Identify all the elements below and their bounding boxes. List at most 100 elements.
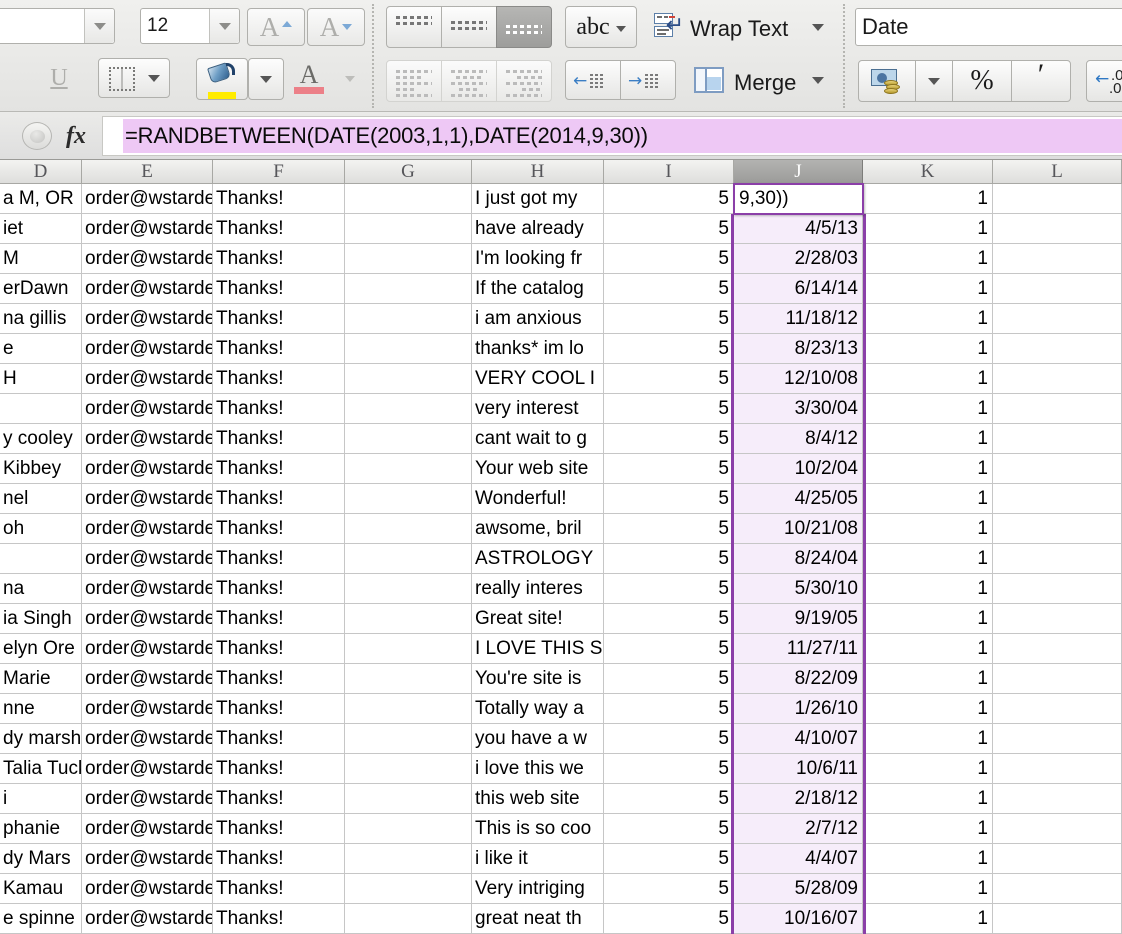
column-header-k[interactable]: K <box>863 160 993 184</box>
cell-G25[interactable] <box>345 904 472 934</box>
cell-K24[interactable]: 1 <box>863 874 993 904</box>
cell-J20[interactable]: 10/6/11 <box>734 754 863 784</box>
cell-I21[interactable]: 5 <box>604 784 734 814</box>
cell-J9[interactable]: 8/4/12 <box>734 424 863 454</box>
cell-H24[interactable]: Very intriging <box>472 874 604 904</box>
cell-D16[interactable]: elyn Ore <box>0 634 82 664</box>
column-header-h[interactable]: H <box>472 160 604 184</box>
font-color-dropdown-button[interactable] <box>334 58 366 100</box>
borders-dropdown-arrow[interactable] <box>148 75 160 82</box>
cell-F18[interactable]: Thanks! <box>213 694 345 724</box>
cell-I17[interactable]: 5 <box>604 664 734 694</box>
formula-bar-expand-button[interactable] <box>22 122 52 150</box>
cell-L10[interactable] <box>993 454 1122 484</box>
cell-F22[interactable]: Thanks! <box>213 814 345 844</box>
cell-L11[interactable] <box>993 484 1122 514</box>
cell-J25[interactable]: 10/16/07 <box>734 904 863 934</box>
cell-K4[interactable]: 1 <box>863 274 993 304</box>
cell-D12[interactable]: oh <box>0 514 82 544</box>
cell-D3[interactable]: M <box>0 244 82 274</box>
align-top-button[interactable] <box>386 6 442 48</box>
cell-E17[interactable]: order@wstardesigns.com <box>82 664 213 694</box>
formula-input[interactable]: =RANDBETWEEN(DATE(2003,1,1),DATE(2014,9,… <box>102 116 1122 156</box>
cell-I7[interactable]: 5 <box>604 364 734 394</box>
column-header-d[interactable]: D <box>0 160 82 184</box>
cell-J2[interactable]: 4/5/13 <box>734 214 863 244</box>
cell-F3[interactable]: Thanks! <box>213 244 345 274</box>
increase-indent-button[interactable]: → <box>620 60 676 100</box>
font-name-dropdown-arrow[interactable] <box>84 9 114 43</box>
cell-K18[interactable]: 1 <box>863 694 993 724</box>
cell-J6[interactable]: 8/23/13 <box>734 334 863 364</box>
cell-K12[interactable]: 1 <box>863 514 993 544</box>
increase-font-size-button[interactable]: A <box>247 8 305 46</box>
cell-E25[interactable]: order@wstardesigns.com <box>82 904 213 934</box>
cell-E15[interactable]: order@wstardesigns.com <box>82 604 213 634</box>
cell-L20[interactable] <box>993 754 1122 784</box>
cell-G5[interactable] <box>345 304 472 334</box>
cell-L3[interactable] <box>993 244 1122 274</box>
cell-J5[interactable]: 11/18/12 <box>734 304 863 334</box>
column-header-j[interactable]: J <box>734 160 863 184</box>
cell-K3[interactable]: 1 <box>863 244 993 274</box>
cell-D13[interactable] <box>0 544 82 574</box>
increase-decimal-button[interactable]: ← .0 .00 <box>1086 60 1122 102</box>
cell-K15[interactable]: 1 <box>863 604 993 634</box>
cell-K19[interactable]: 1 <box>863 724 993 754</box>
cell-F23[interactable]: Thanks! <box>213 844 345 874</box>
cell-H5[interactable]: i am anxious <box>472 304 604 334</box>
cell-I11[interactable]: 5 <box>604 484 734 514</box>
cell-G19[interactable] <box>345 724 472 754</box>
cell-K14[interactable]: 1 <box>863 574 993 604</box>
cell-F12[interactable]: Thanks! <box>213 514 345 544</box>
cell-F15[interactable]: Thanks! <box>213 604 345 634</box>
cell-K16[interactable]: 1 <box>863 634 993 664</box>
font-size-dropdown-arrow[interactable] <box>209 9 239 43</box>
cell-K1[interactable]: 1 <box>863 184 993 214</box>
cell-K17[interactable]: 1 <box>863 664 993 694</box>
cell-G22[interactable] <box>345 814 472 844</box>
cell-H19[interactable]: you have a w <box>472 724 604 754</box>
cell-H10[interactable]: Your web site <box>472 454 604 484</box>
align-center-button[interactable] <box>441 60 497 102</box>
column-header-e[interactable]: E <box>82 160 213 184</box>
cell-I4[interactable]: 5 <box>604 274 734 304</box>
cell-L16[interactable] <box>993 634 1122 664</box>
cell-D10[interactable]: Kibbey <box>0 454 82 484</box>
column-header-i[interactable]: I <box>604 160 734 184</box>
cell-I25[interactable]: 5 <box>604 904 734 934</box>
cell-G14[interactable] <box>345 574 472 604</box>
cell-I13[interactable]: 5 <box>604 544 734 574</box>
cell-D2[interactable]: iet <box>0 214 82 244</box>
cell-I5[interactable]: 5 <box>604 304 734 334</box>
cell-H14[interactable]: really interes <box>472 574 604 604</box>
cell-F19[interactable]: Thanks! <box>213 724 345 754</box>
cell-H4[interactable]: If the catalog <box>472 274 604 304</box>
cell-H9[interactable]: cant wait to g <box>472 424 604 454</box>
cell-G13[interactable] <box>345 544 472 574</box>
cell-I8[interactable]: 5 <box>604 394 734 424</box>
cell-G10[interactable] <box>345 454 472 484</box>
cell-H11[interactable]: Wonderful! <box>472 484 604 514</box>
cell-J3[interactable]: 2/28/03 <box>734 244 863 274</box>
number-format-combo[interactable]: Date <box>855 8 1122 46</box>
cell-E4[interactable]: order@wstardesigns.com <box>82 274 213 304</box>
spreadsheet-grid[interactable]: DEFGHIJKL a M, ORorder@wstardesigns.comT… <box>0 160 1122 934</box>
cell-G24[interactable] <box>345 874 472 904</box>
cell-H7[interactable]: VERY COOL I <box>472 364 604 394</box>
cell-H17[interactable]: You're site is <box>472 664 604 694</box>
cell-E11[interactable]: order@wstardesigns.com <box>82 484 213 514</box>
cell-F10[interactable]: Thanks! <box>213 454 345 484</box>
cell-F5[interactable]: Thanks! <box>213 304 345 334</box>
cell-F14[interactable]: Thanks! <box>213 574 345 604</box>
cell-H22[interactable]: This is so coo <box>472 814 604 844</box>
font-size-combo[interactable]: 12 <box>140 8 240 44</box>
cell-D4[interactable]: erDawn <box>0 274 82 304</box>
cell-L19[interactable] <box>993 724 1122 754</box>
cell-L23[interactable] <box>993 844 1122 874</box>
cell-F9[interactable]: Thanks! <box>213 424 345 454</box>
cell-J22[interactable]: 2/7/12 <box>734 814 863 844</box>
cell-F13[interactable]: Thanks! <box>213 544 345 574</box>
cell-G9[interactable] <box>345 424 472 454</box>
cell-D6[interactable]: e <box>0 334 82 364</box>
